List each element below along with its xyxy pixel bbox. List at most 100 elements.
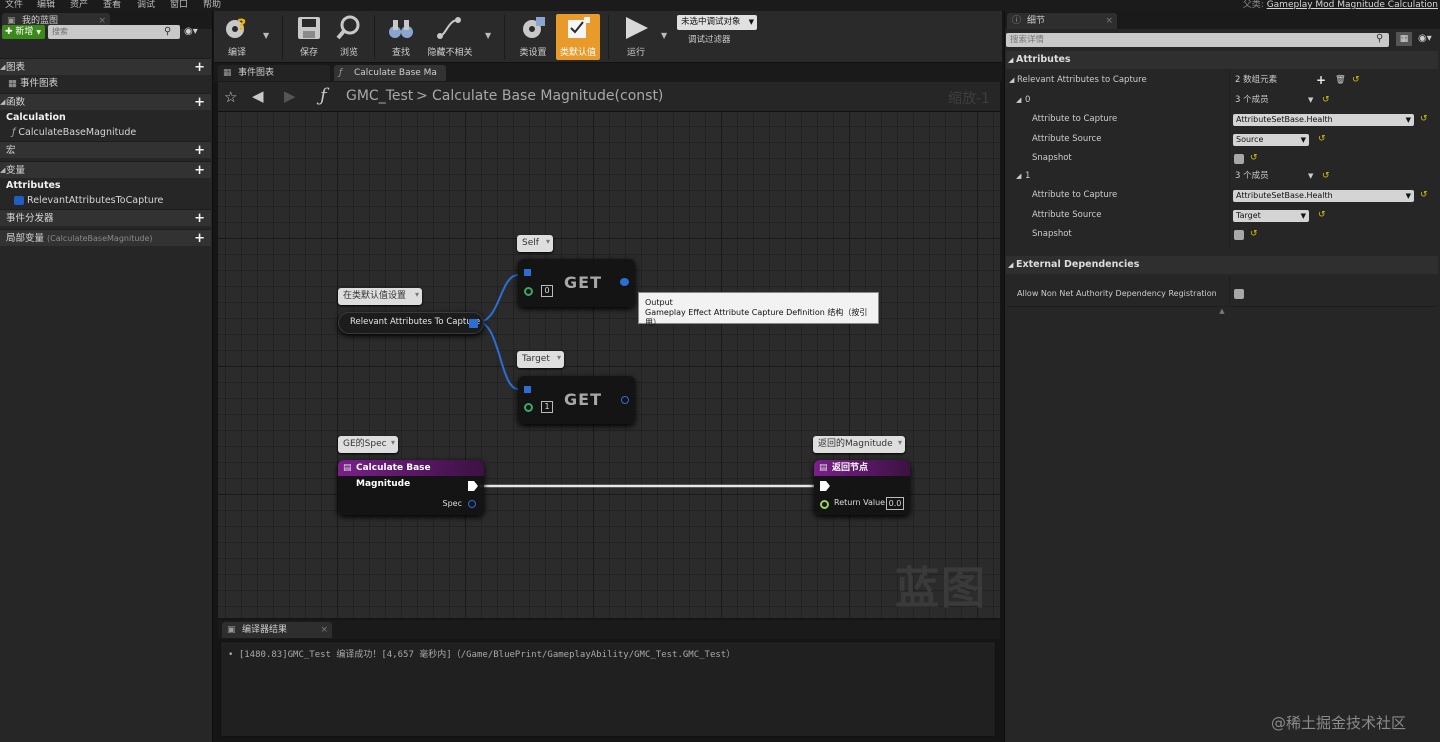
tab-details[interactable]: ⓘ 细节 ×	[1007, 13, 1117, 29]
search-icon[interactable]: ⚲	[1376, 33, 1383, 44]
reset-icon[interactable]: ↺	[1250, 149, 1258, 168]
add-function-icon[interactable]: +	[194, 94, 205, 111]
snapshot-checkbox[interactable]	[1234, 230, 1244, 240]
view-options-icon[interactable]: ◉▾	[1418, 33, 1432, 44]
add-dispatcher-icon[interactable]: +	[194, 210, 205, 227]
section-variables[interactable]: ◢ 变量 +	[0, 161, 211, 178]
tab-event-graph[interactable]: ▦ 事件图表	[218, 65, 330, 81]
comment-bubble[interactable]: Target ▾	[517, 351, 564, 368]
collapse-icon[interactable]: ◢	[1016, 91, 1021, 110]
reset-icon[interactable]: ↺	[1420, 110, 1428, 129]
section-attributes[interactable]: ◢ Attributes	[1006, 51, 1438, 69]
view-options-icon[interactable]: ◉▾	[184, 26, 198, 37]
collapse-icon[interactable]: ▾	[898, 434, 902, 451]
section-macros[interactable]: 宏 +	[0, 141, 211, 158]
back-arrow-icon[interactable]: ◀	[252, 87, 264, 105]
section-external-dependencies[interactable]: ◢ External Dependencies	[1006, 256, 1438, 274]
close-icon[interactable]: ×	[1105, 13, 1113, 29]
grid-view-icon[interactable]: ▦	[1396, 32, 1412, 46]
run-button[interactable]: 运行	[619, 14, 653, 60]
event-graph-item[interactable]: ▦ 事件图表	[0, 76, 211, 92]
add-graph-icon[interactable]: +	[194, 59, 205, 76]
collapse-icon[interactable]: ◢	[1016, 167, 1021, 186]
snapshot-checkbox[interactable]	[1234, 154, 1244, 164]
reset-icon[interactable]: ↺	[1250, 225, 1258, 244]
array-pin[interactable]	[469, 319, 478, 328]
add-variable-icon[interactable]: +	[194, 162, 205, 179]
compiler-message[interactable]: • [1480.83]GMC_Test 编译成功！[4,657 毫秒内]（/Ga…	[228, 647, 735, 660]
attribute-source-select[interactable]: Source ▼	[1233, 134, 1309, 146]
panel-resize-handle[interactable]: ▲	[1006, 306, 1438, 316]
reset-icon[interactable]: ↺	[1322, 91, 1330, 110]
menu-help[interactable]: 帮助	[203, 0, 221, 11]
output-pin[interactable]	[620, 278, 629, 286]
attribute-source-select[interactable]: Target ▼	[1233, 210, 1309, 222]
category-attributes[interactable]: Attributes	[0, 178, 211, 194]
tab-calculate-base-magnitude[interactable]: ƒ Calculate Base Ma	[334, 65, 446, 81]
chevron-down-icon[interactable]: ▼	[263, 31, 269, 40]
search-icon[interactable]: ⚲	[164, 26, 171, 37]
comment-bubble[interactable]: GE的Spec ▾	[338, 436, 398, 453]
menu-edit[interactable]: 编辑	[37, 0, 55, 11]
class-defaults-button[interactable]: 类默认值	[556, 14, 600, 60]
collapse-icon[interactable]: ◢	[1009, 71, 1014, 90]
breadcrumb-root[interactable]: GMC_Test	[346, 88, 413, 104]
details-search-input[interactable]: 搜索详情	[1006, 33, 1389, 47]
menu-file[interactable]: 文件	[5, 0, 23, 11]
reset-icon[interactable]: ↺	[1322, 167, 1330, 186]
menu-view[interactable]: 查看	[103, 0, 121, 11]
index-pin[interactable]	[524, 403, 533, 412]
function-entry-node[interactable]: ▤ Calculate Base Magnitude Spec	[338, 460, 484, 515]
star-icon[interactable]: ☆	[224, 88, 237, 106]
add-new-button[interactable]: ✚ 新增 ▼	[2, 25, 45, 39]
spec-pin[interactable]	[468, 500, 476, 508]
attribute-to-capture-select[interactable]: AttributeSetBase.Health ▼	[1233, 114, 1414, 126]
chevron-down-icon[interactable]: ▼	[1308, 167, 1313, 186]
compile-button[interactable]: ? 编译	[222, 14, 252, 60]
collapse-icon[interactable]: ◢	[1008, 256, 1013, 274]
chevron-down-icon[interactable]: ▼	[661, 31, 667, 40]
debug-object-select[interactable]: 未选中调试对象 ▼	[677, 15, 757, 30]
reset-icon[interactable]: ↺	[1420, 186, 1428, 205]
find-button[interactable]: 查找	[386, 14, 416, 60]
section-graphs[interactable]: ◢ 图表 +	[0, 58, 211, 75]
collapse-icon[interactable]: ▾	[415, 286, 419, 303]
index-pin[interactable]	[524, 287, 533, 296]
section-functions[interactable]: ◢ 函数 +	[0, 93, 211, 110]
menu-debug[interactable]: 调试	[137, 0, 155, 11]
array-input-pin[interactable]	[524, 269, 531, 276]
reset-icon[interactable]: ↺	[1318, 206, 1326, 225]
menu-asset[interactable]: 资产	[70, 0, 88, 11]
graph-canvas[interactable]	[218, 112, 1000, 618]
collapse-icon[interactable]: ▾	[557, 349, 561, 366]
comment-bubble[interactable]: 在类默认值设置 ▾	[338, 288, 422, 305]
allow-non-net-checkbox[interactable]	[1234, 289, 1244, 299]
hide-unrelated-button[interactable]: 隐藏不相关	[426, 14, 474, 60]
tab-compiler-results[interactable]: ▣ 编译器结果 ×	[222, 622, 332, 638]
add-element-icon[interactable]: +	[1316, 71, 1326, 90]
parent-class-link[interactable]: Gameplay Mod Magnitude Calculation	[1267, 0, 1438, 10]
collapse-icon[interactable]: ◢	[0, 162, 5, 179]
return-node[interactable]: ▤ 返回节点 Return Value 0.0	[814, 460, 910, 515]
chevron-down-icon[interactable]: ▼	[485, 31, 491, 40]
section-local-variables[interactable]: 局部变量 (CalculateBaseMagnitude) +	[0, 229, 211, 246]
comment-bubble[interactable]: 返回的Magnitude ▾	[813, 436, 905, 453]
exec-in-pin[interactable]	[820, 481, 830, 491]
index-value[interactable]: 0	[541, 285, 553, 297]
function-item-calculate[interactable]: ƒ CalculateBaseMagnitude	[0, 125, 211, 141]
close-icon[interactable]: ×	[320, 622, 328, 638]
collapse-icon[interactable]: ▾	[546, 233, 550, 250]
forward-arrow-icon[interactable]: ▶	[284, 87, 296, 105]
exec-out-pin[interactable]	[468, 481, 478, 491]
section-event-dispatchers[interactable]: 事件分发器 +	[0, 209, 211, 226]
get-node-1[interactable]: GET 1	[518, 376, 635, 424]
output-pin[interactable]	[621, 396, 629, 404]
add-macro-icon[interactable]: +	[194, 142, 205, 159]
variable-node-relevant-attributes[interactable]: Relevant Attributes To Capture	[338, 312, 484, 334]
trash-icon[interactable]: 🗑	[1335, 71, 1346, 90]
category-calculation[interactable]: Calculation	[0, 110, 211, 126]
reset-icon[interactable]: ↺	[1318, 130, 1326, 149]
collapse-icon[interactable]: ◢	[0, 59, 5, 76]
comment-bubble[interactable]: Self ▾	[517, 235, 553, 252]
array-input-pin[interactable]	[524, 386, 531, 393]
